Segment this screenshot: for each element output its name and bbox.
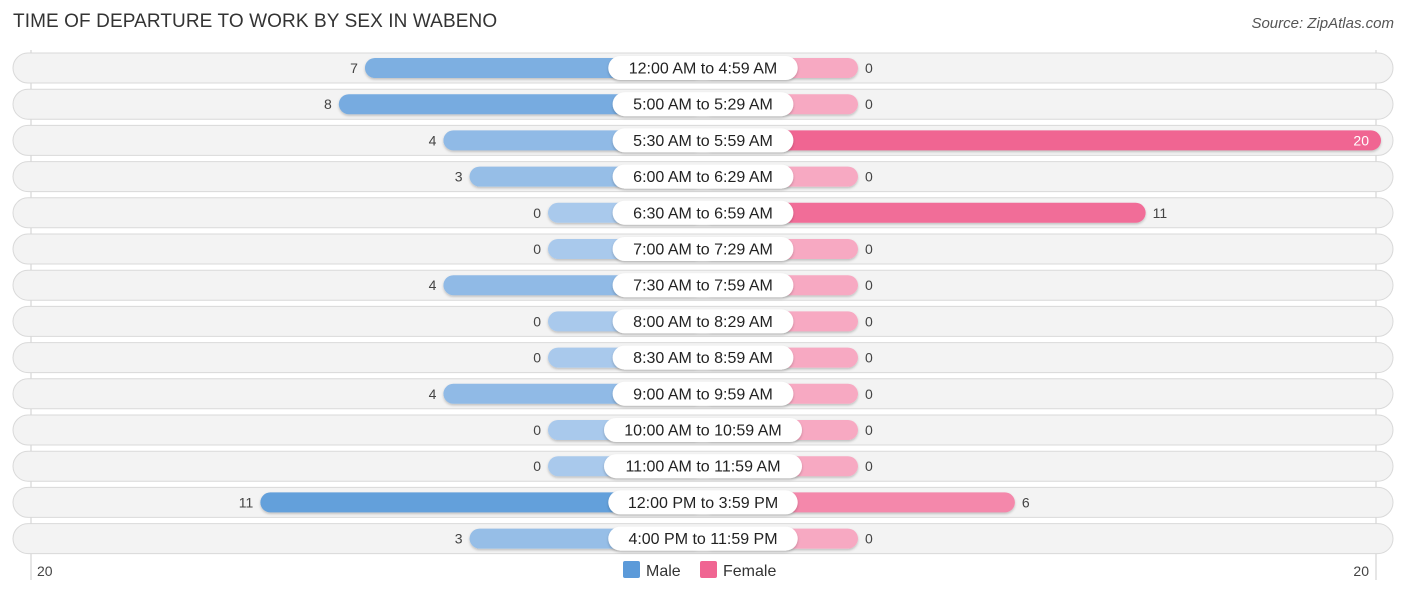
value-label-female: 20 (1353, 132, 1369, 148)
value-label-female: 0 (865, 386, 873, 402)
category-label: 5:30 AM to 5:59 AM (633, 133, 773, 150)
category-label: 9:00 AM to 9:59 AM (633, 386, 773, 403)
value-label-female: 0 (865, 277, 873, 293)
legend-swatch-female (700, 561, 717, 578)
legend-label-female: Female (723, 563, 776, 580)
value-label-female: 0 (865, 241, 873, 257)
value-label-male: 4 (429, 132, 437, 148)
value-label-female: 0 (865, 96, 873, 112)
bar-rows: 7 0 12:00 AM to 4:59 AM 8 0 5:00 AM to 5:29 A… (12, 52, 1394, 555)
value-label-male: 0 (533, 422, 541, 438)
value-label-male: 0 (533, 241, 541, 257)
axis-label-left: 20 (37, 563, 53, 579)
legend: Male Female (623, 561, 776, 580)
table-row: 4 20 5:30 AM to 5:59 AM (12, 124, 1394, 156)
value-label-male: 0 (533, 313, 541, 329)
bar-female (703, 130, 1381, 151)
table-row: 4 0 9:00 AM to 9:59 AM (12, 378, 1394, 410)
axis-label-right: 20 (1353, 563, 1369, 579)
value-label-male: 3 (455, 169, 463, 185)
value-label-male: 0 (533, 350, 541, 366)
value-label-female: 0 (865, 350, 873, 366)
legend-label-male: Male (646, 563, 681, 580)
table-row: 0 0 7:00 AM to 7:29 AM (12, 233, 1394, 265)
value-label-male: 7 (350, 60, 358, 76)
value-label-female: 0 (865, 531, 873, 547)
table-row: 0 0 8:30 AM to 8:59 AM (12, 342, 1394, 374)
legend-swatch-male (623, 561, 640, 578)
table-row: 0 0 10:00 AM to 10:59 AM (12, 414, 1394, 446)
table-row: 0 0 8:00 AM to 8:29 AM (12, 305, 1394, 337)
value-label-female: 11 (1153, 205, 1168, 221)
category-label: 4:00 PM to 11:59 PM (628, 531, 777, 548)
value-label-male: 0 (533, 458, 541, 474)
category-label: 10:00 AM to 10:59 AM (624, 423, 781, 440)
table-row: 4 0 7:30 AM to 7:59 AM (12, 269, 1394, 301)
category-label: 7:30 AM to 7:59 AM (633, 278, 773, 295)
table-row: 8 0 5:00 AM to 5:29 AM (12, 88, 1394, 120)
category-label: 5:00 AM to 5:29 AM (633, 97, 773, 114)
value-label-female: 0 (865, 60, 873, 76)
table-row: 11 6 12:00 PM to 3:59 PM (12, 486, 1394, 518)
value-label-male: 4 (429, 386, 437, 402)
table-row: 0 0 11:00 AM to 11:59 AM (12, 450, 1394, 482)
chart-area: 7 0 12:00 AM to 4:59 AM 8 0 5:00 AM to 5:29 A… (12, 50, 1394, 580)
category-label: 8:30 AM to 8:59 AM (633, 350, 773, 367)
category-label: 11:00 AM to 11:59 AM (625, 459, 780, 476)
category-label: 12:00 PM to 3:59 PM (628, 495, 778, 512)
table-row: 3 0 6:00 AM to 6:29 AM (12, 161, 1394, 193)
value-label-male: 8 (324, 96, 332, 112)
value-label-male: 11 (239, 494, 254, 510)
value-label-male: 0 (533, 205, 541, 221)
category-label: 6:30 AM to 6:59 AM (633, 205, 773, 222)
value-label-female: 0 (865, 313, 873, 329)
category-label: 6:00 AM to 6:29 AM (633, 169, 773, 186)
category-label: 12:00 AM to 4:59 AM (629, 61, 778, 78)
value-label-female: 0 (865, 169, 873, 185)
value-label-female: 6 (1022, 494, 1030, 510)
value-label-male: 4 (429, 277, 437, 293)
value-label-female: 0 (865, 458, 873, 474)
value-label-female: 0 (865, 422, 873, 438)
category-label: 8:00 AM to 8:29 AM (633, 314, 773, 331)
table-row: 7 0 12:00 AM to 4:59 AM (12, 52, 1394, 84)
table-row: 0 11 6:30 AM to 6:59 AM (12, 197, 1394, 229)
table-row: 3 0 4:00 PM to 11:59 PM (12, 523, 1394, 555)
value-label-male: 3 (455, 531, 463, 547)
category-label: 7:00 AM to 7:29 AM (633, 242, 773, 259)
